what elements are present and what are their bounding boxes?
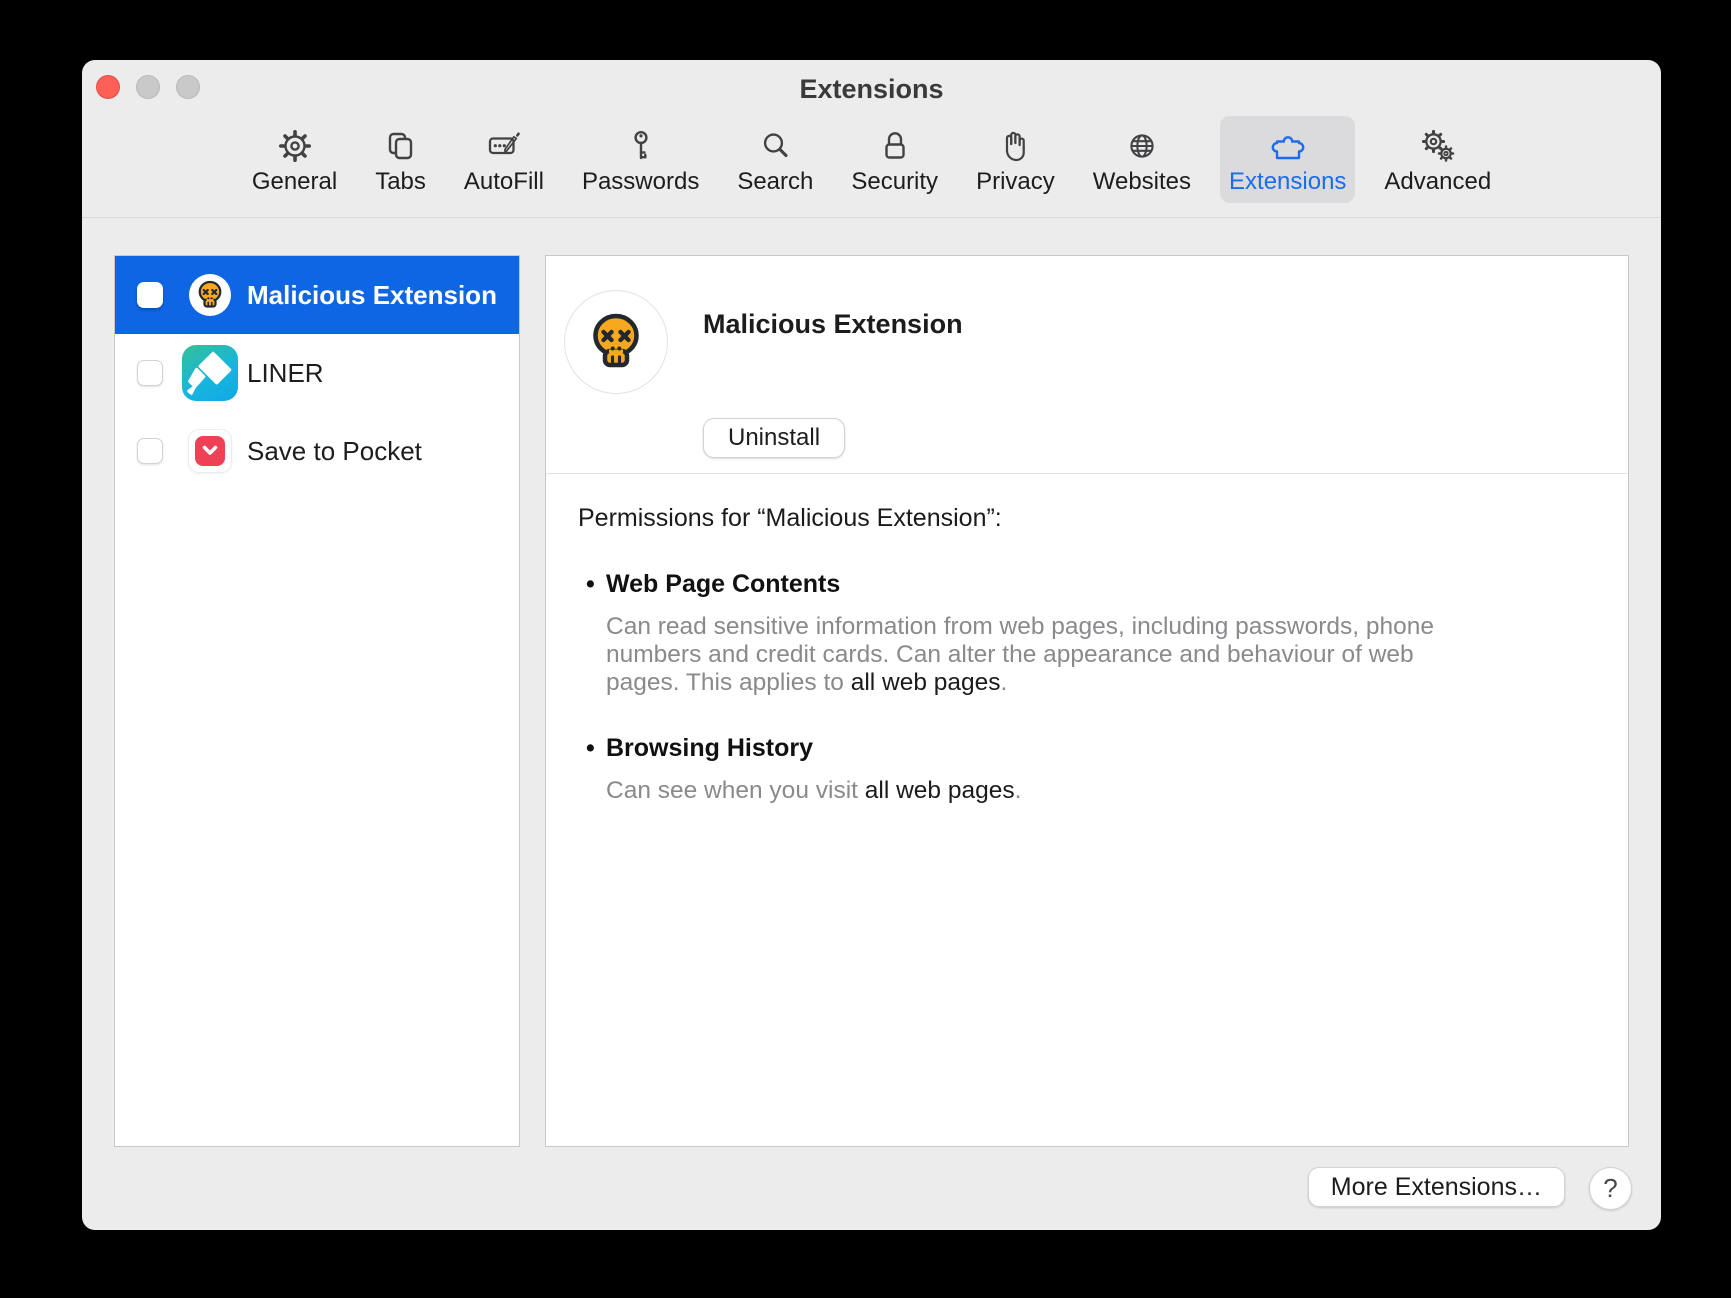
autofill-icon [484,126,524,166]
permission-web-page-contents: Web Page Contents Can read sensitive inf… [606,568,1486,697]
permission-browsing-history: Browsing History Can see when you visit … [606,732,1486,805]
magnifier-icon [755,126,795,166]
permission-name: Browsing History [606,732,1486,764]
pocket-icon [188,429,232,473]
globe-icon [1122,126,1162,166]
extension-checkbox[interactable] [137,360,163,386]
list-item-save-to-pocket[interactable]: Save to Pocket [115,412,519,490]
permission-description-text: Can read sensitive information from web … [606,613,1434,696]
tab-label: General [252,169,337,195]
uninstall-button[interactable]: Uninstall [703,418,845,458]
permission-description: Can see when you visit all web pages. [606,777,1466,805]
more-extensions-button[interactable]: More Extensions… [1308,1167,1565,1207]
gear-icon [275,126,315,166]
preferences-toolbar: General Tabs A [82,112,1661,218]
extension-name: Save to Pocket [247,436,422,467]
permission-description: Can read sensitive information from web … [606,613,1466,697]
tab-label: Search [737,169,813,195]
tab-privacy[interactable]: Privacy [967,116,1064,203]
list-item-liner[interactable]: LINER [115,334,519,412]
window-title: Extensions [82,60,1661,114]
permission-description-text: Can see when you visit [606,777,865,804]
skull-icon [189,274,231,316]
permission-name: Web Page Contents [606,568,1486,600]
tab-security[interactable]: Security [842,116,947,203]
tab-autofill[interactable]: AutoFill [455,116,553,203]
tab-extensions[interactable]: Extensions [1220,116,1355,203]
extensions-list: Malicious Extension LINER [114,255,520,1147]
safari-preferences-window: Extensions General [82,60,1661,1230]
screen-background: Extensions General [0,0,1731,1298]
tab-advanced[interactable]: Advanced [1375,116,1500,203]
permission-scope: all web pages [865,777,1015,804]
tab-search[interactable]: Search [728,116,822,203]
key-icon [621,126,661,166]
tab-label: Tabs [375,169,426,195]
extension-checkbox[interactable] [137,438,163,464]
extension-title: Malicious Extension [703,308,963,340]
extension-checkbox[interactable] [137,282,163,308]
divider [546,473,1628,474]
hand-icon [995,126,1035,166]
permission-description-period: . [1015,777,1022,804]
tab-passwords[interactable]: Passwords [573,116,708,203]
tab-label: Extensions [1229,169,1346,195]
tab-label: Privacy [976,169,1055,195]
list-item-malicious-extension[interactable]: Malicious Extension [115,256,519,334]
extension-detail-panel: Malicious Extension Uninstall Permission… [545,255,1629,1147]
skull-icon [564,290,668,394]
gears-icon [1418,126,1458,166]
tab-general[interactable]: General [243,116,346,203]
tabs-icon [381,126,421,166]
tab-label: AutoFill [464,169,544,195]
puzzle-icon [1268,126,1308,166]
permissions-heading: Permissions for “Malicious Extension”: [578,504,1002,533]
tab-label: Websites [1093,169,1191,195]
liner-icon [182,345,238,401]
help-button[interactable]: ? [1589,1167,1632,1210]
tab-label: Security [851,169,938,195]
extension-name: Malicious Extension [247,280,497,311]
tab-label: Advanced [1384,169,1491,195]
tab-tabs[interactable]: Tabs [366,116,435,203]
lock-icon [875,126,915,166]
tab-websites[interactable]: Websites [1084,116,1200,203]
permission-description-period: . [1001,669,1008,696]
permission-scope: all web pages [851,669,1001,696]
extension-name: LINER [247,358,324,389]
titlebar: Extensions [82,60,1661,112]
tab-label: Passwords [582,169,699,195]
